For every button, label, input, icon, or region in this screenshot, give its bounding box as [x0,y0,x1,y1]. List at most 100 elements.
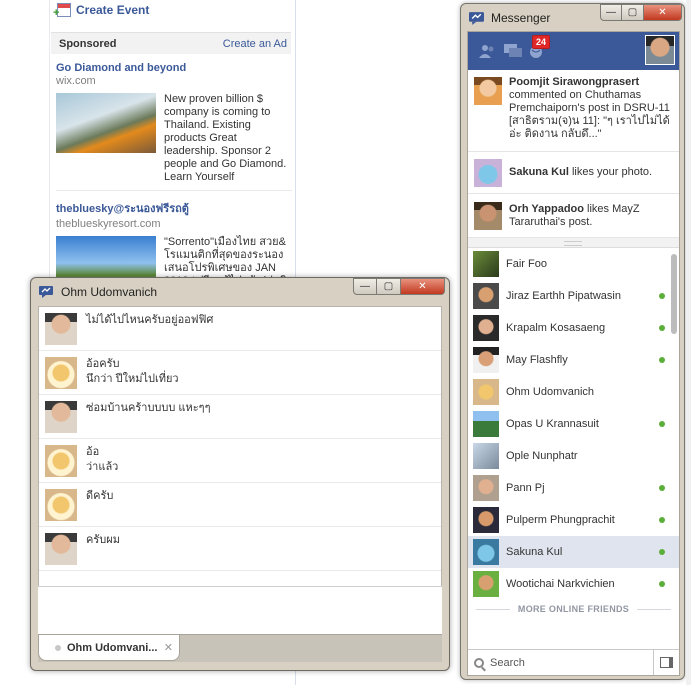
friend-name: Krapalm Kosasaeng [506,322,606,334]
friend-item[interactable]: Jiraz Earthh Pipatwasin [468,280,679,312]
chat-tab-label: Ohm Udomvani... [67,641,158,654]
tab-close-icon[interactable]: ✕ [164,641,173,654]
chat-input[interactable] [38,586,442,634]
message-text: ดีครับ [86,490,114,502]
message-text: อ้อ [86,446,100,458]
messenger-header: 24 [468,32,679,70]
online-dot-icon [659,293,665,299]
friend-item[interactable]: May Flashfly [468,344,679,376]
create-ad-link[interactable]: Create an Ad [223,38,287,50]
avatar [473,475,499,501]
close-button[interactable]: ✕ [401,278,445,295]
online-dot-icon [659,581,665,587]
friend-item[interactable]: Pann Pj [468,472,679,504]
sponsored-header: Sponsored Create an Ad [51,32,291,54]
friend-item[interactable]: Ople Nunphatr [468,440,679,472]
notification-name: Orh Yappadoo [509,202,584,215]
avatar [474,202,502,230]
avatar[interactable] [45,445,77,477]
chat-tab[interactable]: Ohm Udomvani... ✕ [38,635,180,661]
avatar [473,251,499,277]
messenger-title: Messenger [491,11,551,25]
online-dot-icon [659,549,665,555]
close-icon: ✕ [418,281,427,292]
ad-divider [56,190,292,191]
friend-item-selected[interactable]: Sakuna Kul [468,536,679,568]
avatar [473,507,499,533]
notification-item[interactable]: Orh Yappadoo likes MayZ Tararuthai's pos… [468,194,679,238]
ad-text: New proven billion $ company is coming t… [164,93,287,183]
friend-name: Fair Foo [506,258,547,270]
chat-title: Ohm Udomvanich [61,285,158,299]
avatar[interactable] [45,533,77,565]
messenger-icon [469,11,484,25]
friend-item[interactable]: Ohm Udomvanich [468,376,679,408]
avatar [473,379,499,405]
message-row: ไม่ได้ไปไหนครับอยู่ออฟฟิศ [39,307,441,351]
messenger-panel: 24 Poomjit Sirawongprasert commented on C… [467,31,680,676]
online-dot-icon [659,421,665,427]
friend-item[interactable]: Fair Foo [468,248,679,280]
avatar[interactable] [45,313,77,345]
chat-tab-bar: Ohm Udomvani... ✕ [38,634,442,662]
maximize-button[interactable]: ▢ [622,4,644,21]
chat-window-controls: — ▢ ✕ [353,278,445,295]
friends-list: Fair Foo Jiraz Earthh Pipatwasin Krapalm… [468,248,679,618]
chat-messages[interactable]: ไม่ได้ไปไหนครับอยู่ออฟฟิศ อ้อครับ นึกว่า… [38,306,442,634]
friend-item[interactable]: Krapalm Kosasaeng [468,312,679,344]
notification-name: Sakuna Kul [509,166,569,178]
messages-icon[interactable] [504,44,522,58]
messenger-window-controls: — ▢ ✕ [600,4,682,21]
message-text: ครับผม [86,534,120,546]
search-input[interactable]: Search [490,657,653,669]
ad-title[interactable]: Go Diamond and beyond [56,62,292,74]
friend-name: Ohm Udomvanich [506,386,595,398]
friend-item[interactable]: Wootichai Narkvichien [468,568,679,600]
more-online-friends-divider: MORE ONLINE FRIENDS [468,600,679,618]
screen-edge [686,0,691,685]
ad-item[interactable]: Go Diamond and beyond wix.com New proven… [56,62,292,184]
minimize-button[interactable]: — [600,4,622,21]
online-dot-icon [659,485,665,491]
ad-title[interactable]: thebluesky@ระนองฟรีรถตู้ [56,199,292,217]
maximize-button[interactable]: ▢ [377,278,401,295]
avatar [473,571,499,597]
friend-name: Pann Pj [506,482,545,494]
notification-item[interactable]: Sakuna Kul likes your photo. [468,152,679,194]
friend-item[interactable]: Pulperm Phungprachit [468,504,679,536]
resize-handle[interactable] [468,238,679,248]
notification-text: commented on Chuthamas Premchaiporn's po… [509,89,670,140]
notification-item[interactable]: Poomjit Sirawongprasert commented on Chut… [468,70,679,152]
notification-text: likes your photo. [571,166,653,178]
friend-item[interactable]: Opas U Krannasuit [468,408,679,440]
friend-name: Wootichai Narkvichien [506,578,615,590]
create-event-label: Create Event [76,3,150,17]
avatar [474,159,502,187]
message-text: ว่าแล้ว [86,461,119,473]
maximize-icon: ▢ [627,7,638,18]
friend-name: Opas U Krannasuit [506,418,599,430]
avatar [473,539,499,565]
avatar[interactable] [45,357,77,389]
minimize-button[interactable]: — [353,278,377,295]
ad-image[interactable] [56,93,156,153]
message-row: ครับผม [39,527,441,571]
create-event-link[interactable]: Create Event [53,2,150,19]
close-button[interactable]: ✕ [644,4,682,21]
avatar [474,77,502,105]
toggle-sidebar-button[interactable] [653,650,679,675]
avatar [473,347,499,373]
close-icon: ✕ [658,7,667,18]
friend-name: Pulperm Phungprachit [506,514,615,526]
search-icon [474,657,484,668]
profile-avatar[interactable] [645,35,675,65]
search-bar: Search [468,649,679,675]
friend-requests-icon[interactable] [478,44,496,58]
avatar[interactable] [45,489,77,521]
message-text: ซ่อมบ้านคร้าบบบบ แหะๆๆ [86,402,211,414]
scrollbar[interactable] [671,254,677,334]
message-row: ดีครับ [39,483,441,527]
notification-count-badge: 24 [532,35,551,49]
avatar[interactable] [45,401,77,433]
sponsored-title: Sponsored [59,37,117,50]
